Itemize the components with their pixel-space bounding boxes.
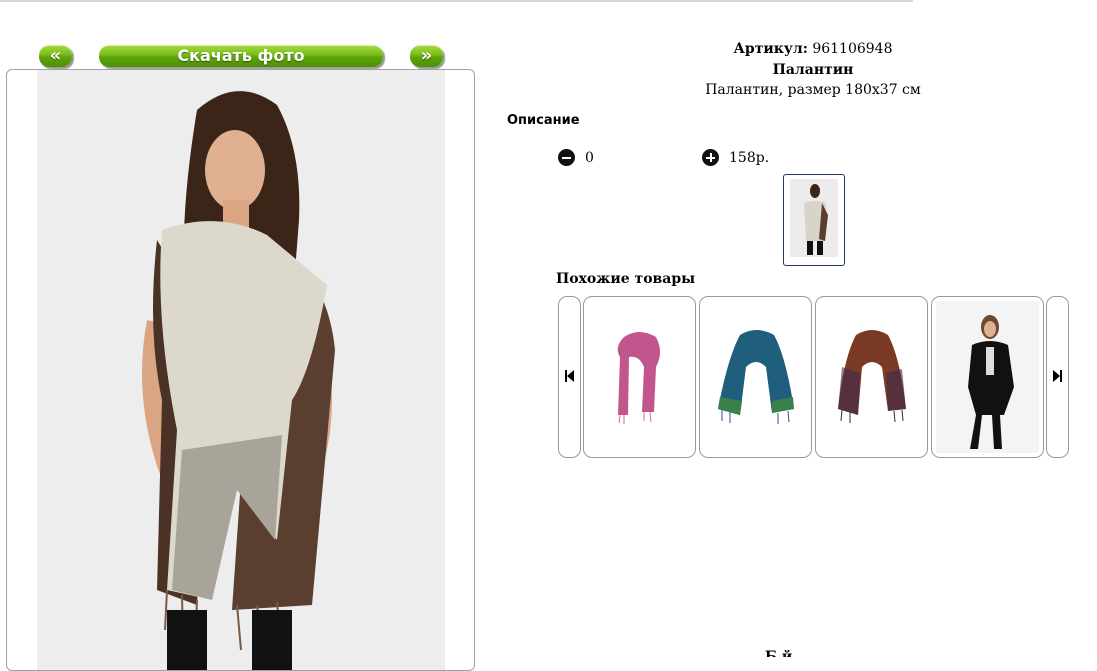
pink-scarf-image <box>617 332 660 424</box>
carousel-prev-button[interactable] <box>558 296 581 458</box>
prev-photo-button[interactable]: « <box>39 45 72 67</box>
price-value: 158р. <box>729 149 770 166</box>
skip-forward-icon <box>1053 370 1062 382</box>
similar-item-black-cardigan[interactable] <box>931 296 1044 458</box>
main-photo-frame <box>6 69 475 671</box>
main-product-photo <box>37 70 445 670</box>
black-cardigan-model-image <box>936 301 1039 453</box>
similar-item-brown-scarf[interactable] <box>815 296 928 458</box>
carousel-next-button[interactable] <box>1046 296 1069 458</box>
sku-label: Артикул: <box>733 41 808 57</box>
price-control: 158р. <box>702 149 769 166</box>
plus-icon[interactable] <box>702 149 719 166</box>
blue-scarf-image <box>718 330 794 424</box>
similar-item-pink-scarf[interactable] <box>583 296 696 458</box>
similar-item-blue-scarf[interactable] <box>699 296 812 458</box>
minus-icon[interactable] <box>558 149 575 166</box>
similar-products-heading: Похожие товары <box>556 271 696 287</box>
product-name: Палантин <box>772 62 854 78</box>
cut-off-heading: Б й <box>765 650 792 657</box>
description-heading: Описание <box>507 113 580 128</box>
quantity-control: 0 <box>558 149 594 166</box>
product-full-name: Палантин, размер 180х37 см <box>705 82 921 98</box>
photo-thumbnail[interactable] <box>783 174 845 266</box>
quantity-value: 0 <box>585 149 594 166</box>
product-sku: Артикул: 961106948 <box>560 41 1066 57</box>
sku-value: 961106948 <box>812 41 893 57</box>
next-photo-button[interactable]: » <box>410 45 443 67</box>
brown-scarf-image <box>838 330 906 423</box>
download-photo-button[interactable]: Скачать фото <box>99 45 383 67</box>
top-divider <box>0 0 913 2</box>
skip-back-icon <box>565 370 574 382</box>
